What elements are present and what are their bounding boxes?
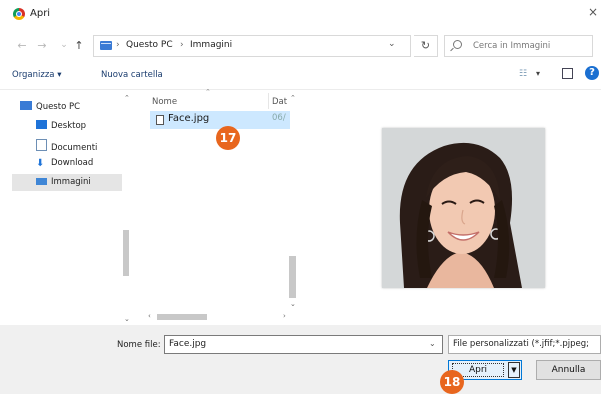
sidebar-item-label: Questo PC: [36, 102, 81, 112]
horizontal-scroll-thumb[interactable]: [157, 314, 207, 320]
help-icon[interactable]: ?: [585, 66, 599, 80]
recent-locations-icon[interactable]: ⌄: [58, 38, 70, 52]
new-folder-button[interactable]: Nuova cartella: [101, 70, 163, 80]
scroll-left-icon[interactable]: ‹: [148, 312, 151, 320]
sidebar-item-desktop[interactable]: Desktop: [36, 120, 86, 134]
column-divider[interactable]: [268, 93, 269, 109]
filename-label: Nome file:: [117, 340, 161, 350]
file-list-scroll-thumb[interactable]: [289, 256, 296, 298]
command-bar: [0, 62, 601, 90]
view-options-icon[interactable]: ☷: [519, 69, 531, 79]
image-preview: [382, 128, 545, 288]
scroll-right-icon[interactable]: ›: [283, 312, 286, 320]
sidebar-item-label: Download: [51, 158, 94, 168]
address-dropdown-icon[interactable]: ⌄: [388, 39, 396, 49]
breadcrumb-separator: ›: [116, 40, 120, 50]
face-photo-preview: [382, 128, 545, 288]
column-header-name[interactable]: Nome: [152, 97, 177, 107]
sidebar-item-documenti[interactable]: Documenti: [36, 139, 97, 153]
step-badge-18: 18: [440, 370, 464, 394]
forward-arrow-icon[interactable]: →: [36, 39, 48, 53]
computer-icon: [100, 41, 112, 50]
sidebar-item-label: Desktop: [51, 121, 87, 131]
sidebar-item-label: Immagini: [51, 177, 91, 187]
close-icon[interactable]: ×: [588, 5, 601, 21]
sidebar-scroll-thumb[interactable]: [123, 230, 129, 276]
sidebar-scrollbar[interactable]: [122, 98, 130, 323]
breadcrumb-separator: ›: [180, 40, 184, 50]
scroll-down-icon[interactable]: ⌄: [290, 300, 296, 308]
sidebar-item-download[interactable]: ⬇ Download: [36, 158, 93, 172]
sort-ascending-icon: ⌃: [205, 88, 211, 96]
breadcrumb-questo-pc[interactable]: Questo PC: [126, 40, 173, 50]
scroll-up-icon[interactable]: ⌃: [124, 94, 130, 102]
preview-pane-icon[interactable]: [562, 68, 573, 79]
file-type-filter-select[interactable]: File personalizzati (*.jfif;*.pjpeg;: [448, 335, 601, 354]
breadcrumb-immagini[interactable]: Immagini: [190, 40, 232, 50]
search-icon: [453, 40, 462, 49]
open-options-dropdown-icon[interactable]: ▼: [508, 362, 520, 378]
sidebar-item-questo-pc[interactable]: Questo PC: [20, 101, 80, 115]
scroll-down-icon[interactable]: ⌄: [124, 315, 130, 323]
scroll-up-icon[interactable]: ⌃: [290, 94, 296, 102]
pictures-icon: [36, 178, 47, 185]
desktop-icon: [36, 120, 47, 129]
documents-icon: [36, 139, 47, 151]
sidebar-item-immagini[interactable]: Immagini: [36, 177, 91, 191]
back-arrow-icon[interactable]: ←: [16, 39, 28, 53]
refresh-icon[interactable]: ↻: [414, 35, 438, 57]
file-name[interactable]: Face.jpg: [168, 113, 209, 124]
view-dropdown-icon[interactable]: ▾: [536, 69, 540, 78]
image-file-icon: [156, 115, 164, 125]
window-title: Apri: [30, 8, 51, 19]
cancel-button[interactable]: Annulla: [536, 360, 601, 380]
step-badge-17: 17: [216, 126, 240, 150]
browser-app-icon: [13, 8, 25, 20]
filename-input[interactable]: Face.jpg: [164, 335, 443, 354]
column-header-date[interactable]: Dat: [272, 97, 287, 107]
up-arrow-icon[interactable]: ↑: [73, 39, 85, 53]
open-file-dialog: Apri × ← → ⌄ ↑ › Questo PC › Immagini ⌄ …: [0, 0, 601, 394]
organize-button[interactable]: Organizza ▾: [12, 70, 62, 80]
file-date: 06/: [272, 113, 286, 123]
sidebar-item-label: Documenti: [51, 143, 98, 153]
title-bar: [0, 0, 601, 28]
computer-icon: [20, 101, 32, 110]
search-placeholder: Cerca in Immagini: [473, 41, 551, 51]
filename-dropdown-icon[interactable]: ⌄: [429, 339, 436, 348]
download-icon: ⬇: [36, 158, 45, 169]
